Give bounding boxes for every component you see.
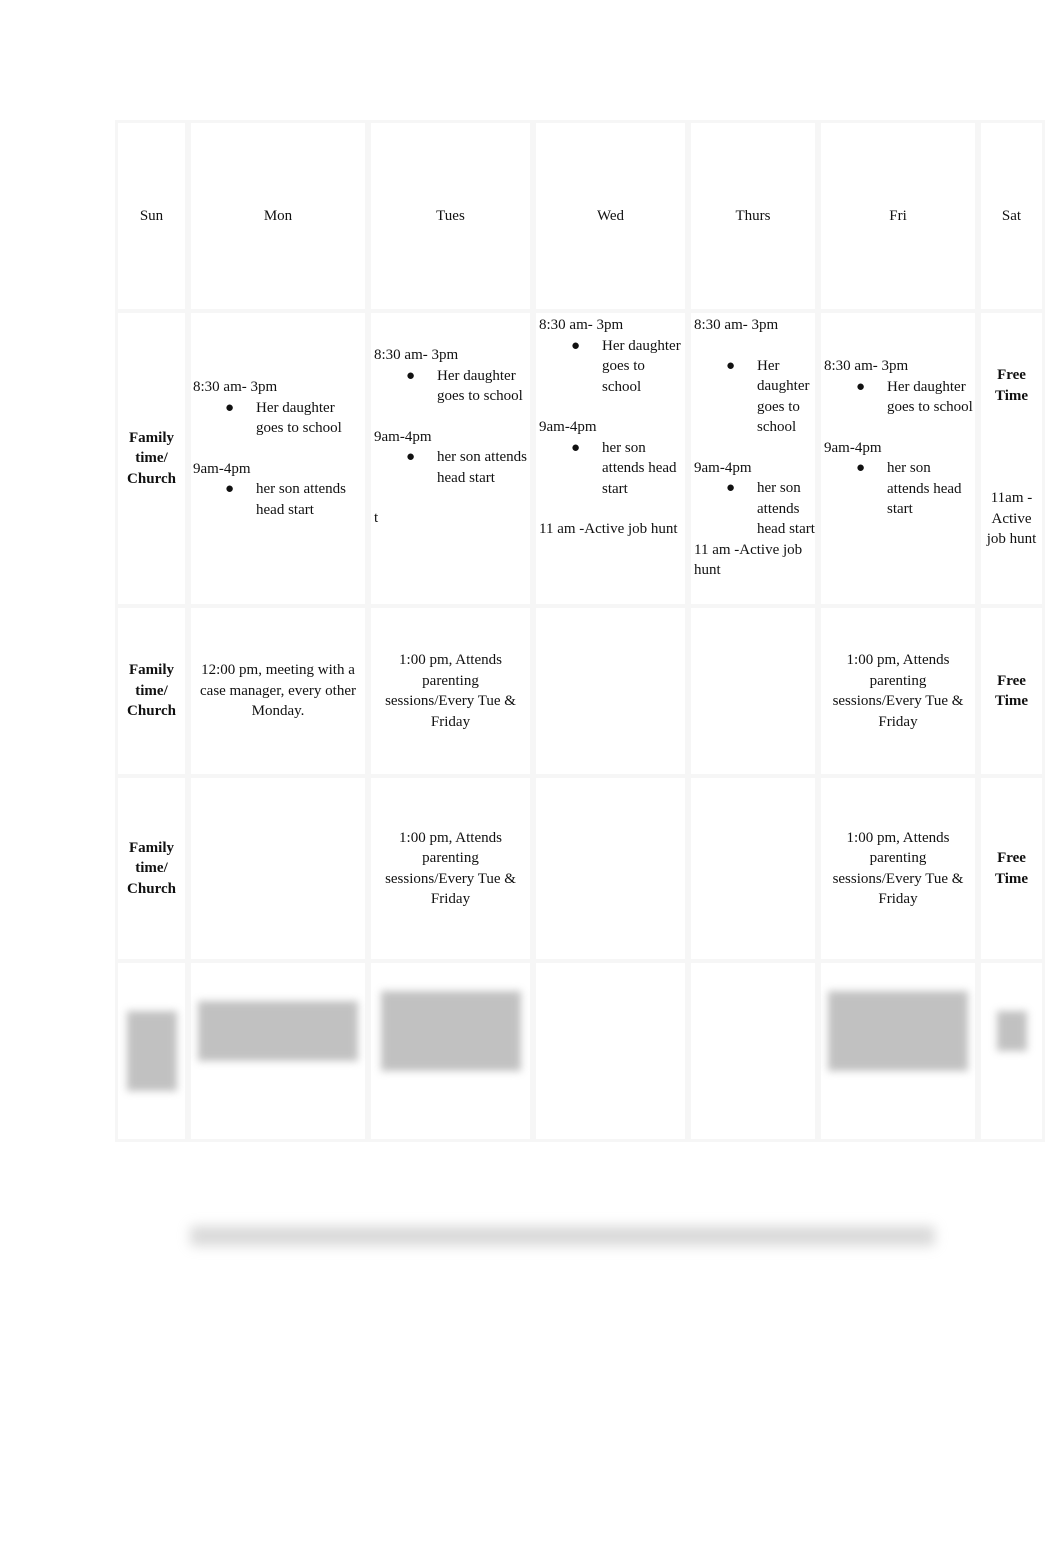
cell-text: 1:00 pm, Attends parenting sessions/Ever… (385, 652, 516, 730)
cell-text: Family time/ Church (127, 662, 176, 720)
blurred-content (198, 1001, 358, 1061)
header-fri: Fri (818, 120, 978, 312)
row3-tues: 1:00 pm, Attends parenting sessions/Ever… (368, 775, 533, 962)
header-thurs: Thurs (688, 120, 818, 312)
row3-sat: Free Time (978, 775, 1045, 962)
row2-wed (533, 605, 688, 777)
row4-wed (533, 960, 688, 1142)
blurred-footer-text (190, 1226, 935, 1246)
time: 8:30 am- 3pm (374, 347, 459, 363)
bullet-icon: ● (225, 399, 235, 416)
row2-fri: 1:00 pm, Attends parenting sessions/Ever… (818, 605, 978, 777)
bullet-text: her son attends head start (437, 449, 527, 486)
blurred-content (996, 1011, 1027, 1051)
day-label: Wed (596, 207, 625, 224)
bullet-icon: ● (726, 480, 736, 496)
stray-text: t (374, 510, 379, 526)
day-label: Tues (436, 207, 465, 224)
row1-sun: Family time/ Church (115, 310, 188, 607)
header-sun: Sun (115, 120, 188, 312)
bullet-text: her son attends head start (757, 480, 815, 537)
time: 9am-4pm (694, 459, 752, 476)
blurred-content (380, 991, 521, 1071)
row4-tues (368, 960, 533, 1142)
cell-text: Family time/ Church (127, 429, 176, 487)
bullet-icon: ● (406, 367, 416, 384)
row2-sun: Family time/ Church (115, 605, 188, 777)
time: 8:30 am- 3pm (539, 317, 624, 333)
row1-sat: Free Time 11am -Active job hunt (978, 310, 1045, 607)
row1-wed: 8:30 am- 3pm ● Her daughter goes to schoo… (533, 310, 688, 607)
row2-mon: 12:00 pm, meeting with a case manager, e… (188, 605, 368, 777)
bullet-text: her son attends head start (602, 439, 677, 497)
cell-text: 12:00 pm, meeting with a case manager, e… (200, 662, 356, 720)
cell-text: 1:00 pm, Attends parenting sessions/Ever… (385, 829, 516, 908)
day-label: Thurs (735, 207, 771, 224)
blurred-content (828, 991, 968, 1071)
free-time: Free Time (994, 367, 1029, 404)
row4-sun (115, 960, 188, 1142)
bullet-text: her son attends head start (887, 460, 962, 517)
bullet-icon: ● (726, 357, 736, 374)
row2-sat: Free Time (978, 605, 1045, 777)
bullet-text: her son attends head start (256, 481, 346, 518)
header-tues: Tues (368, 120, 533, 312)
bullet-icon: ● (856, 460, 866, 476)
row3-sun: Family time/ Church (115, 775, 188, 962)
row1-thurs: 8:30 am- 3pm ● Her daughter goes to schoo… (688, 310, 818, 607)
time: 9am-4pm (539, 419, 597, 435)
bullet-text: Her daughter goes to school (757, 357, 810, 436)
job-hunt-text: 11 am -Active job hunt (694, 541, 803, 579)
day-label: Fri (889, 207, 907, 224)
time: 8:30 am- 3pm (824, 358, 909, 374)
free-time: Free Time (994, 672, 1029, 710)
row4-sat (978, 960, 1045, 1142)
row1-mon: 8:30 am- 3pm ● Her daughter goes to schoo… (188, 310, 368, 607)
row3-wed (533, 775, 688, 962)
bullet-icon: ● (856, 378, 866, 395)
row3-thurs (688, 775, 818, 962)
header-sat: Sat (978, 120, 1045, 312)
row4-thurs (688, 960, 818, 1142)
row4-fri (818, 960, 978, 1142)
bullet-text: Her daughter goes to school (256, 399, 342, 437)
time: 8:30 am- 3pm (694, 317, 779, 333)
time: 9am-4pm (193, 460, 251, 477)
time: 9am-4pm (374, 428, 432, 445)
row2-tues: 1:00 pm, Attends parenting sessions/Ever… (368, 605, 533, 777)
job-hunt-text: 11am -Active job hunt (986, 490, 1037, 547)
day-label: Sat (1001, 207, 1022, 224)
bullet-icon: ● (571, 337, 581, 354)
row4-mon (188, 960, 368, 1142)
time: 9am-4pm (824, 439, 882, 456)
free-time: Free Time (994, 850, 1029, 887)
blurred-content (126, 1011, 177, 1091)
header-wed: Wed (533, 120, 688, 312)
bullet-text: Her daughter goes to school (602, 337, 681, 395)
day-label: Sun (139, 207, 164, 224)
time: 8:30 am- 3pm (193, 379, 278, 395)
cell-text: 1:00 pm, Attends parenting sessions/Ever… (832, 829, 964, 908)
row2-thurs (688, 605, 818, 777)
row3-mon (188, 775, 368, 962)
bullet-icon: ● (571, 439, 581, 456)
bullet-icon: ● (225, 481, 235, 497)
cell-text: Family time/ Church (127, 839, 176, 897)
bullet-text: Her daughter goes to school (437, 367, 523, 405)
cell-text: 1:00 pm, Attends parenting sessions/Ever… (832, 652, 964, 730)
bullet-icon: ● (406, 449, 416, 465)
job-hunt-text: 11 am -Active job hunt (539, 521, 678, 537)
document-page: Sun Mon Tues Wed Thurs Fri Sat Family ti… (0, 0, 1062, 1556)
row1-fri: 8:30 am- 3pm ● Her daughter goes to schoo… (818, 310, 978, 607)
day-label: Mon (263, 207, 293, 224)
row1-tues: 8:30 am- 3pm ● Her daughter goes to schoo… (368, 310, 533, 607)
bullet-text: Her daughter goes to school (887, 378, 973, 416)
header-mon: Mon (188, 120, 368, 312)
row3-fri: 1:00 pm, Attends parenting sessions/Ever… (818, 775, 978, 962)
